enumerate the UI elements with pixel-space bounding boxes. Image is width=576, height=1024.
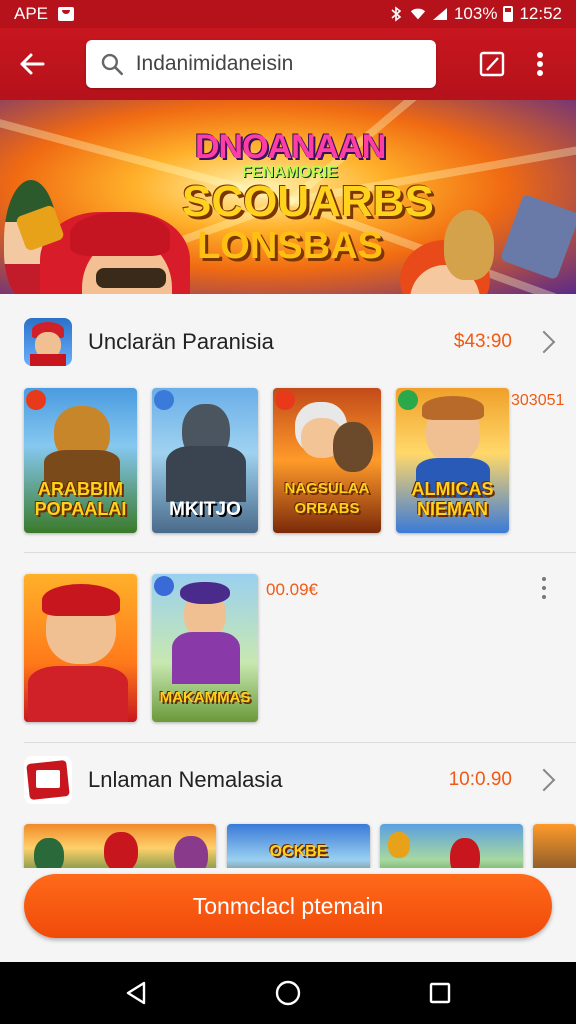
wifi-icon xyxy=(410,6,426,22)
chevron-right-icon xyxy=(532,330,556,354)
nav-recents-button[interactable] xyxy=(416,969,464,1017)
app-bar xyxy=(0,28,576,100)
section-3-title: Lnlaman Nemalasia xyxy=(88,767,283,792)
clock: 12:52 xyxy=(519,4,562,23)
game-card-6[interactable]: MAKAMMAS xyxy=(152,574,258,722)
arrow-left-icon xyxy=(20,53,45,75)
status-bar: APE 103% 12:52 xyxy=(0,0,576,28)
game-card-4[interactable]: ALMICAS NIEMAN xyxy=(396,388,509,533)
bluetooth-icon xyxy=(388,6,404,22)
sale-badge-icon xyxy=(26,390,46,410)
search-icon xyxy=(101,53,123,76)
game-card-8-caption: OCKBE xyxy=(269,843,328,860)
chevron-right-icon xyxy=(532,768,556,792)
section-header-3[interactable]: Lnlaman Nemalasia 10:0.90 xyxy=(0,750,576,810)
sale-badge-icon xyxy=(154,390,174,410)
game-card-6-caption: MAKAMMAS xyxy=(159,689,251,706)
section-3-icon xyxy=(24,756,72,804)
notification-icon xyxy=(58,7,75,21)
section-header-1[interactable]: Unclarän Paranisia $43:90 xyxy=(0,312,576,372)
divider xyxy=(24,552,576,553)
triangle-back-icon xyxy=(126,981,146,1005)
banner-title-line1: DNOANAAN xyxy=(195,128,386,166)
app-screen: APE 103% 12:52 Indanimidaneisin DNOANAAN… xyxy=(0,0,576,1024)
circle-home-icon xyxy=(275,980,301,1006)
banner-character-hero-glasses xyxy=(96,268,166,288)
game-card-7[interactable] xyxy=(24,824,216,868)
banner-character-hero-cap xyxy=(70,212,170,256)
game-card-9[interactable] xyxy=(380,824,523,868)
section-3-price: 10:0.90 xyxy=(448,769,512,790)
game-card-1-caption: ARABBIM POPAALAI xyxy=(34,479,127,519)
game-card-3[interactable]: NAGSULAA ORBABS xyxy=(273,388,381,533)
more-options-button[interactable] xyxy=(522,44,558,84)
nav-home-button[interactable] xyxy=(264,969,312,1017)
game-card-5[interactable] xyxy=(24,574,137,722)
banner-crate xyxy=(499,193,576,281)
carrier-label: APE xyxy=(14,4,49,23)
sale-badge-icon xyxy=(275,390,295,410)
square-recents-icon xyxy=(429,982,451,1004)
sale-badge-icon xyxy=(398,390,418,410)
banner-title-line4: LONSBAS xyxy=(197,225,383,267)
more-vert-icon[interactable] xyxy=(532,574,556,602)
section-2-note: 00.09€ xyxy=(266,580,318,599)
promo-banner[interactable]: DNOANAAN FENAMORIE SCOUARBS LONSBAS xyxy=(0,100,576,294)
battery-percent: 103% xyxy=(453,4,498,23)
game-card-1[interactable]: ARABBIM POPAALAI xyxy=(24,388,137,533)
back-button[interactable] xyxy=(0,28,64,100)
game-card-8[interactable]: OCKBE xyxy=(227,824,370,868)
edit-icon xyxy=(479,51,505,77)
game-card-10[interactable] xyxy=(533,824,576,868)
search-input[interactable] xyxy=(135,52,422,76)
battery-icon xyxy=(503,6,514,22)
divider xyxy=(24,742,576,743)
search-box[interactable] xyxy=(86,40,436,88)
sale-badge-icon xyxy=(154,576,174,596)
system-nav-bar xyxy=(0,962,576,1024)
section-1-price: $43:90 xyxy=(453,331,512,352)
game-card-2-caption: MKITJO xyxy=(169,499,241,520)
section-1-side-label: 303051 xyxy=(511,392,565,409)
game-card-3-caption: NAGSULAA ORBABS xyxy=(284,480,370,517)
cta-container: Tonmclacl ptemain xyxy=(0,868,576,962)
game-card-2[interactable]: MKITJO xyxy=(152,388,258,533)
premium-button[interactable]: Tonmclacl ptemain xyxy=(24,874,552,938)
content-list: Unclarän Paranisia $43:90 ARABBIM POPAAL… xyxy=(0,294,576,868)
nav-back-button[interactable] xyxy=(112,969,160,1017)
section-1-title: Unclarän Paranisia xyxy=(88,329,274,354)
section-1-icon xyxy=(24,318,72,366)
more-vert-icon xyxy=(537,52,543,76)
signal-icon xyxy=(432,6,448,22)
edit-button[interactable] xyxy=(474,44,510,84)
game-card-4-caption: ALMICAS NIEMAN xyxy=(411,479,494,519)
banner-character-cat xyxy=(444,210,494,280)
banner-title-line3: SCOUARBS xyxy=(182,177,434,226)
